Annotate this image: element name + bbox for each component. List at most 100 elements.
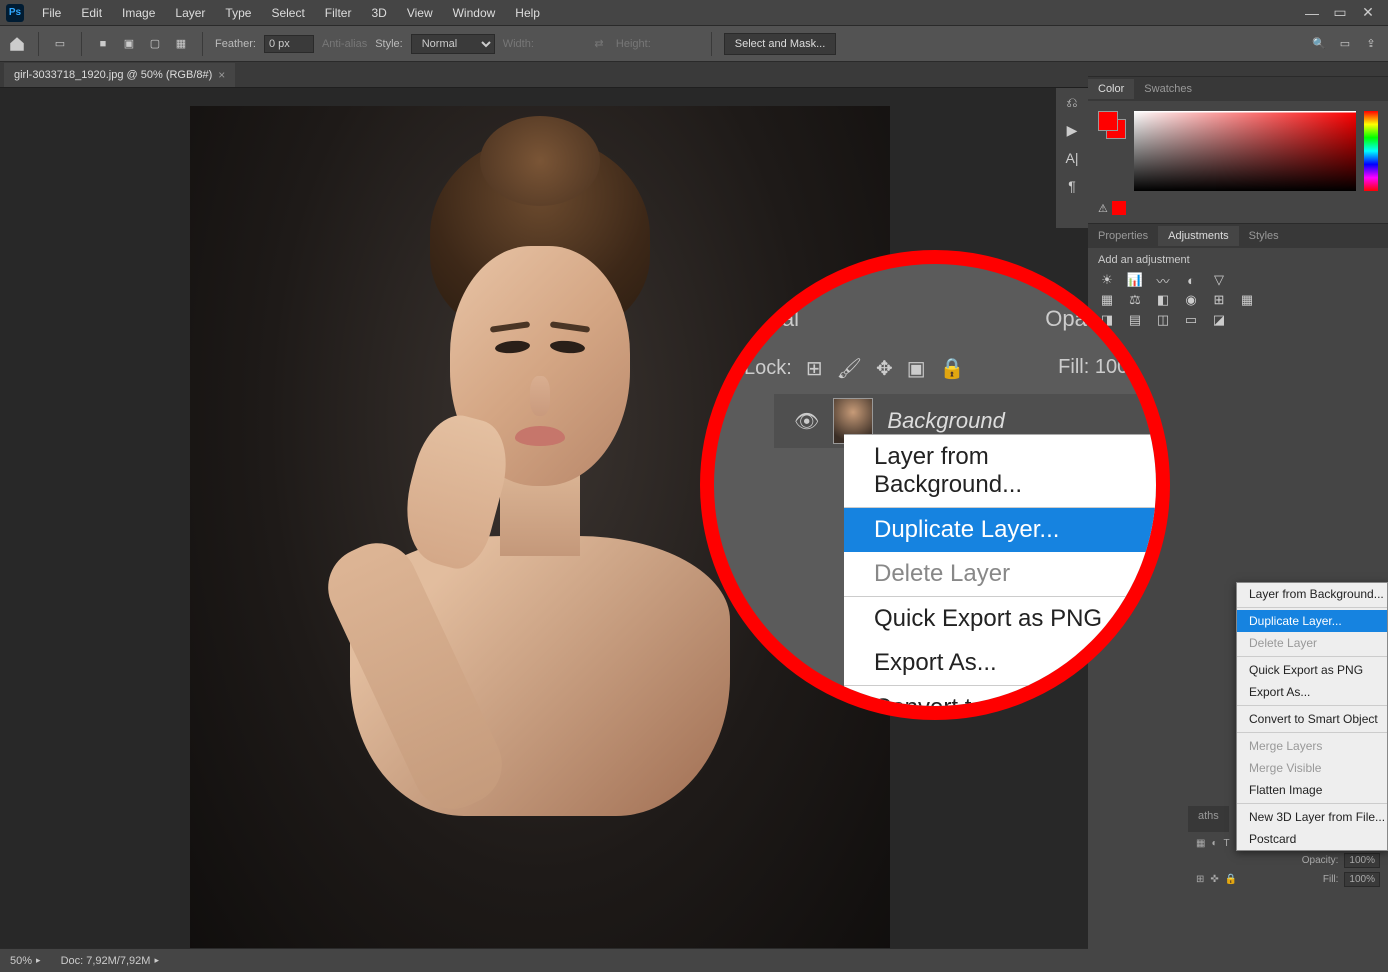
app-logo: Ps — [6, 4, 24, 22]
ctx-flatten-image[interactable]: Flatten Image — [1237, 779, 1387, 801]
style-select[interactable]: Normal — [411, 34, 495, 54]
screen-mode-icon[interactable]: ▭ — [1336, 35, 1354, 53]
menu-select[interactable]: Select — [261, 2, 314, 24]
tab-swatches[interactable]: Swatches — [1134, 79, 1202, 99]
lock-all-icon[interactable]: 🔒 — [940, 356, 965, 381]
fg-bg-swatch[interactable] — [1098, 111, 1126, 139]
mag-lock-label: Lock: — [744, 357, 792, 380]
lock-icon[interactable]: ✜ — [1210, 874, 1218, 885]
ctx-layer-from-background[interactable]: Layer from Background... — [1237, 583, 1387, 605]
window-restore[interactable]: ▭ — [1328, 4, 1352, 22]
exposure-icon[interactable]: ◐ — [1182, 272, 1200, 288]
layer-filter-icon[interactable]: T — [1224, 838, 1230, 849]
menu-help[interactable]: Help — [505, 2, 550, 24]
selection-intersect-icon[interactable]: ▦ — [172, 35, 190, 53]
foreground-color-swatch[interactable] — [1098, 111, 1118, 131]
ctx-quick-export-png[interactable]: Quick Export as PNG — [1237, 659, 1387, 681]
tab-paths-partial[interactable]: aths — [1188, 806, 1229, 832]
ctx-postcard[interactable]: Postcard — [1237, 828, 1387, 850]
mag-ctx-export-as[interactable]: Export As... — [844, 641, 1156, 685]
tab-adjustments[interactable]: Adjustments — [1158, 226, 1239, 246]
tab-properties[interactable]: Properties — [1088, 226, 1158, 246]
color-lookup-icon[interactable]: ▦ — [1238, 292, 1256, 308]
home-icon[interactable] — [8, 35, 26, 53]
tab-color[interactable]: Color — [1088, 79, 1134, 99]
lock-icon[interactable]: 🔒 — [1225, 874, 1237, 885]
menu-filter[interactable]: Filter — [315, 2, 362, 24]
mag-ctx-duplicate-layer[interactable]: Duplicate Layer... — [844, 508, 1156, 552]
opacity-label: Opacity: — [1302, 855, 1339, 866]
window-minimize[interactable]: — — [1300, 4, 1324, 22]
menu-window[interactable]: Window — [443, 2, 506, 24]
color-picker-field[interactable] — [1134, 111, 1356, 191]
tutorial-highlight-circle: ormal Opacity: Lock: ⊞ 🖌 ✥ ▣ 🔒 Fill: 100… — [700, 250, 1170, 720]
share-icon[interactable]: ⇪ — [1362, 35, 1380, 53]
document-tab[interactable]: girl-3033718_1920.jpg @ 50% (RGB/8#) × — [4, 63, 235, 87]
mag-fill-value[interactable]: 100% — [1095, 356, 1146, 378]
selective-color-icon[interactable]: ◪ — [1210, 312, 1228, 328]
bw-icon[interactable]: ◧ — [1154, 292, 1172, 308]
layer-filter-icon[interactable]: ◐ — [1211, 838, 1217, 849]
search-icon[interactable]: 🔍 — [1310, 35, 1328, 53]
menu-type[interactable]: Type — [215, 2, 261, 24]
photo-filter-icon[interactable]: ◉ — [1182, 292, 1200, 308]
lock-pixels-icon[interactable]: ⊞ — [806, 356, 823, 381]
ctx-duplicate-layer[interactable]: Duplicate Layer... — [1237, 610, 1387, 632]
character-panel-icon[interactable]: A| — [1056, 144, 1088, 172]
layer-filter-icon[interactable]: ▦ — [1196, 838, 1205, 849]
lock-brush-icon[interactable]: 🖌 — [837, 356, 862, 381]
mag-ctx-layer-from-bg[interactable]: Layer from Background... — [844, 435, 1156, 507]
opacity-field[interactable]: 100% — [1344, 853, 1380, 868]
close-tab-icon[interactable]: × — [218, 68, 225, 82]
window-close[interactable]: ✕ — [1356, 4, 1380, 22]
collapsed-panel-icons: ⎌ ▶ A| ¶ — [1056, 88, 1088, 228]
channel-mixer-icon[interactable]: ⊞ — [1210, 292, 1228, 308]
selection-add-icon[interactable]: ▣ — [120, 35, 138, 53]
mag-fill-label: Fill: — [1058, 356, 1089, 378]
mag-context-menu: Layer from Background... Duplicate Layer… — [844, 434, 1156, 720]
actions-panel-icon[interactable]: ▶ — [1056, 116, 1088, 144]
paragraph-panel-icon[interactable]: ¶ — [1056, 172, 1088, 200]
menu-view[interactable]: View — [397, 2, 443, 24]
gradient-map-icon[interactable]: ▭ — [1182, 312, 1200, 328]
status-bar: 50%▸ Doc: 7,92M/7,92M▸ — [0, 948, 1088, 972]
select-and-mask-button[interactable]: Select and Mask... — [724, 33, 837, 55]
menu-file[interactable]: File — [32, 2, 71, 24]
lock-artboard-icon[interactable]: ▣ — [907, 356, 926, 381]
mag-layer-name[interactable]: Background — [887, 408, 1004, 434]
ctx-new-3d-layer[interactable]: New 3D Layer from File... — [1237, 806, 1387, 828]
gamut-warning-icon: ⚠ — [1098, 202, 1108, 215]
tab-styles[interactable]: Styles — [1239, 226, 1289, 246]
ctx-export-as[interactable]: Export As... — [1237, 681, 1387, 703]
doc-size[interactable]: Doc: 7,92M/7,92M▸ — [61, 955, 159, 967]
vibrance-icon[interactable]: ▽ — [1210, 272, 1228, 288]
history-panel-icon[interactable]: ⎌ — [1056, 88, 1088, 116]
marquee-tool-icon[interactable]: ▭ — [51, 35, 69, 53]
color-panel: Color Swatches ⚠ — [1088, 76, 1388, 223]
hue-slider[interactable] — [1364, 111, 1378, 191]
mag-ctx-export-png[interactable]: Quick Export as PNG — [844, 597, 1156, 641]
mag-opacity-label: Opacity: — [1045, 306, 1126, 332]
threshold-icon[interactable]: ◫ — [1154, 312, 1172, 328]
height-label: Height: — [616, 38, 651, 50]
document-tab-label: girl-3033718_1920.jpg @ 50% (RGB/8#) — [14, 69, 212, 81]
selection-subtract-icon[interactable]: ▢ — [146, 35, 164, 53]
lock-move-icon[interactable]: ✥ — [876, 356, 893, 381]
warning-color-swatch — [1112, 201, 1126, 215]
curves-icon[interactable]: 〰 — [1154, 272, 1172, 288]
feather-input[interactable] — [264, 35, 314, 53]
zoom-level[interactable]: 50%▸ — [10, 955, 41, 967]
menu-edit[interactable]: Edit — [71, 2, 112, 24]
menu-3d[interactable]: 3D — [361, 2, 396, 24]
portrait-image — [310, 136, 770, 896]
ctx-convert-smart-object[interactable]: Convert to Smart Object — [1237, 708, 1387, 730]
visibility-eye-icon[interactable]: 👁 — [794, 409, 819, 434]
style-label: Style: — [375, 38, 403, 50]
menu-image[interactable]: Image — [112, 2, 165, 24]
fill-field[interactable]: 100% — [1344, 872, 1380, 887]
lock-icon[interactable]: ⊞ — [1196, 874, 1204, 885]
feather-label: Feather: — [215, 38, 256, 50]
selection-new-icon[interactable]: ■ — [94, 35, 112, 53]
menu-layer[interactable]: Layer — [165, 2, 215, 24]
ctx-merge-layers: Merge Layers — [1237, 735, 1387, 757]
